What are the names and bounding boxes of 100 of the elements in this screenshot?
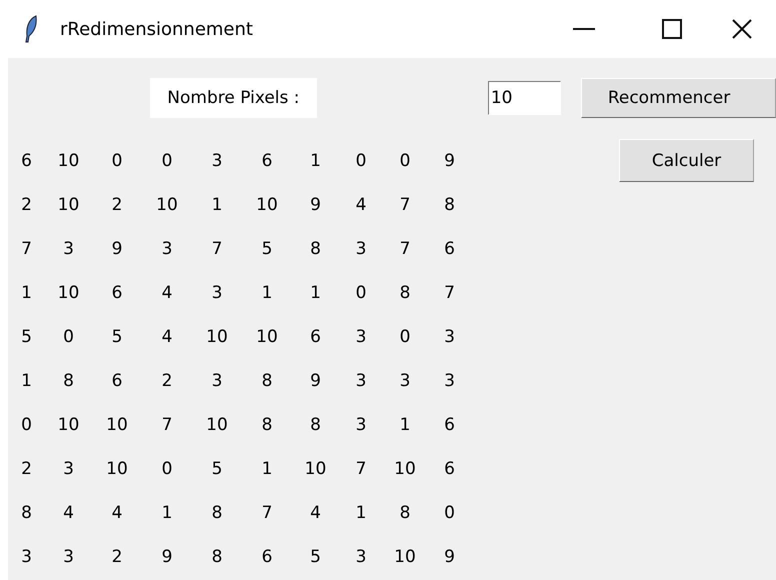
matrix-cell: 10 [58, 151, 80, 171]
matrix-cell: 3 [212, 283, 222, 303]
matrix-cell: 2 [162, 371, 172, 391]
matrix-cell: 6 [444, 459, 455, 479]
matrix-cell: 6 [444, 415, 455, 435]
matrix-cell: 0 [400, 151, 410, 171]
matrix-cell: 9 [444, 547, 455, 567]
matrix-cell: 0 [356, 283, 366, 303]
minimize-icon [573, 28, 595, 30]
matrix-cell: 4 [310, 503, 321, 523]
matrix-cell: 3 [63, 547, 74, 567]
matrix-cell: 2 [21, 195, 32, 215]
matrix-cell: 3 [63, 459, 74, 479]
matrix-cell: 8 [262, 415, 272, 435]
matrix-cell: 2 [112, 195, 122, 215]
matrix-cell: 1 [212, 195, 222, 215]
matrix-cell: 7 [444, 283, 455, 303]
matrix-cell: 10 [58, 415, 80, 435]
matrix-cell: 9 [112, 239, 122, 259]
matrix-cell: 10 [256, 195, 278, 215]
matrix-cell: 10 [58, 283, 80, 303]
matrix-cell: 3 [63, 239, 74, 259]
matrix-cell: 5 [262, 239, 272, 259]
matrix-cell: 7 [262, 503, 272, 523]
matrix-cell: 3 [356, 547, 366, 567]
pixels-label: Nombre Pixels : [150, 78, 317, 118]
pixels-field[interactable]: 10 [488, 81, 561, 115]
restart-button[interactable]: Recommencer [580, 78, 776, 118]
matrix-cell: 8 [212, 503, 222, 523]
matrix-cell: 7 [356, 459, 366, 479]
matrix-cell: 6 [21, 151, 32, 171]
matrix-cell: 3 [444, 371, 455, 391]
matrix-cell: 3 [21, 547, 32, 567]
matrix-cell: 10 [256, 327, 278, 347]
matrix-cell: 8 [212, 547, 222, 567]
matrix-cell: 5 [21, 327, 32, 347]
matrix-cell: 0 [63, 327, 74, 347]
matrix-cell: 6 [112, 371, 122, 391]
matrix-cell: 10 [304, 459, 326, 479]
matrix-cell: 3 [212, 151, 222, 171]
matrix-cell: 10 [394, 547, 416, 567]
matrix-cell: 6 [112, 283, 122, 303]
matrix-cell: 0 [400, 327, 410, 347]
matrix-cell: 4 [162, 327, 172, 347]
matrix-cell: 9 [310, 195, 321, 215]
matrix-cell: 3 [212, 371, 222, 391]
window-title: rRedimensionnement [60, 18, 253, 40]
matrix-cell: 7 [21, 239, 32, 259]
matrix-cell: 0 [162, 151, 172, 171]
matrix-cell: 3 [356, 327, 366, 347]
matrix-cell: 7 [212, 239, 222, 259]
matrix-cell: 5 [212, 459, 222, 479]
matrix-cell: 8 [262, 371, 272, 391]
matrix-cell: 3 [356, 371, 366, 391]
matrix-cell: 1 [400, 415, 410, 435]
matrix-cell: 1 [310, 283, 321, 303]
matrix-cell: 0 [112, 151, 122, 171]
matrix-cell: 0 [444, 503, 455, 523]
matrix-cell: 6 [262, 547, 272, 567]
matrix-cell: 10 [106, 415, 128, 435]
matrix-cell: 8 [400, 503, 410, 523]
matrix-cell: 1 [21, 371, 32, 391]
matrix-cell: 4 [162, 283, 172, 303]
matrix-cell: 4 [112, 503, 122, 523]
matrix-cell: 9 [444, 151, 455, 171]
matrix-cell: 10 [206, 327, 228, 347]
matrix-cell: 10 [58, 195, 80, 215]
matrix-cell: 10 [394, 459, 416, 479]
matrix-cell: 1 [310, 151, 321, 171]
matrix-cell: 3 [400, 371, 410, 391]
matrix-cell: 5 [310, 547, 321, 567]
maximize-icon [662, 19, 682, 39]
matrix-cell: 7 [400, 239, 410, 259]
matrix-cell: 6 [310, 327, 321, 347]
matrix-cell: 3 [444, 327, 455, 347]
matrix-cell: 7 [400, 195, 410, 215]
matrix-cell: 8 [21, 503, 32, 523]
matrix-cell: 3 [162, 239, 172, 259]
matrix-cell: 8 [63, 371, 74, 391]
matrix-cell: 8 [444, 195, 455, 215]
matrix-cell: 10 [206, 415, 228, 435]
matrix-cell: 6 [262, 151, 272, 171]
matrix-cell: 2 [21, 459, 32, 479]
feather-icon [24, 15, 38, 43]
matrix-cell: 1 [162, 503, 172, 523]
matrix-cell: 1 [262, 283, 272, 303]
matrix-cell: 1 [262, 459, 272, 479]
matrix-cell: 8 [310, 415, 321, 435]
matrix-cell: 10 [106, 459, 128, 479]
matrix-cell: 3 [356, 239, 366, 259]
matrix-cell: 0 [162, 459, 172, 479]
matrix-cell: 4 [356, 195, 366, 215]
matrix-cell: 2 [112, 547, 122, 567]
calculate-button[interactable]: Calculer [619, 139, 754, 182]
matrix-cell: 0 [356, 151, 366, 171]
close-icon [732, 19, 752, 39]
matrix-cell: 1 [21, 283, 32, 303]
matrix-cell: 10 [156, 195, 178, 215]
matrix-cell: 4 [63, 503, 74, 523]
matrix-cell: 0 [21, 415, 32, 435]
